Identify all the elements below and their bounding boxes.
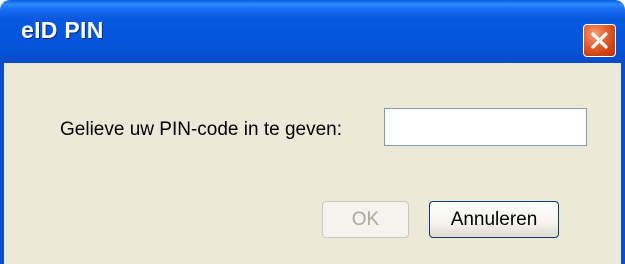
window-title: eID PIN <box>21 17 104 43</box>
dialog-body: Gelieve uw PIN-code in te geven: OK Annu… <box>4 63 621 264</box>
eid-pin-dialog: eID PIN Gelieve uw PIN-code in te geven:… <box>0 0 625 264</box>
ok-button[interactable]: OK <box>322 201 409 238</box>
close-icon <box>590 31 609 50</box>
title-bar[interactable]: eID PIN <box>0 0 625 63</box>
pin-input[interactable] <box>384 108 587 146</box>
pin-prompt-label: Gelieve uw PIN-code in te geven: <box>60 119 342 140</box>
cancel-button[interactable]: Annuleren <box>429 201 559 238</box>
close-button[interactable] <box>583 24 616 57</box>
window-frame-right <box>621 63 625 264</box>
